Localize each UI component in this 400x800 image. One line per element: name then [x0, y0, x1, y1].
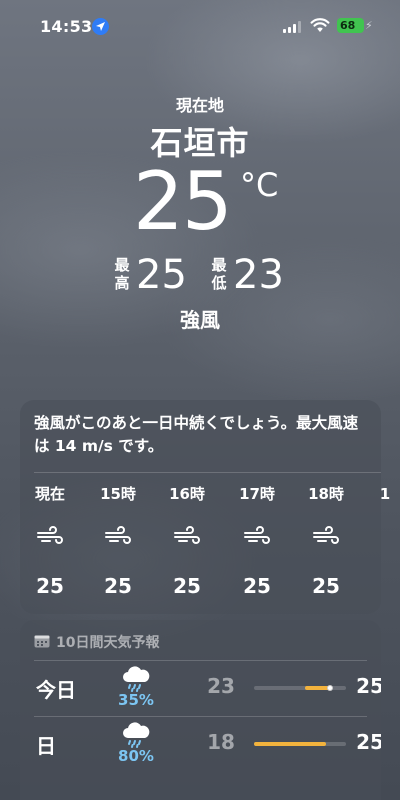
hour-label: 現在 [34, 485, 65, 503]
card-divider [34, 472, 381, 473]
hour-temperature: 25 [312, 574, 340, 598]
temperature-range-bar [254, 742, 346, 746]
day-name: 日 [36, 734, 56, 758]
day-row[interactable]: 日 80% 18 25 [20, 716, 381, 772]
battery-icon: 68 [337, 18, 364, 33]
hour-temperature: 25 [173, 574, 201, 598]
ten-day-forecast-card[interactable]: 10日間天気予報 今日 35% 23 25 日 80% 18 25 [20, 620, 381, 800]
high-value: 25 [136, 252, 187, 298]
day-high-temp: 25 [356, 730, 381, 754]
location-label: 現在地 [175, 96, 224, 115]
current-temp-dot [327, 685, 334, 691]
condition-text: 強風 [180, 308, 220, 332]
day-row[interactable]: 今日 35% 23 25 [20, 660, 381, 716]
day-low-temp: 18 [207, 730, 235, 754]
row-divider [34, 716, 367, 717]
location-header: 現在地 石垣市 [0, 92, 400, 164]
day-high-temp: 25 [356, 674, 381, 698]
hour-label: 17時 [239, 485, 275, 503]
hour-column: 15時 25 [88, 484, 148, 598]
precipitation-chance: 80% [118, 747, 154, 765]
wind-icon [227, 526, 287, 550]
hour-column: 18時 25 [296, 484, 356, 598]
precipitation-chance: 35% [118, 691, 154, 709]
row-divider [34, 660, 367, 661]
hour-column: 16時 25 [157, 484, 217, 598]
temperature-range-bar [254, 685, 346, 691]
hour-label: 1 [379, 485, 391, 503]
hour-label: 16時 [169, 485, 205, 503]
current-temperature: 25 °C [0, 160, 400, 244]
hour-temperature: 25 [104, 574, 132, 598]
low-value: 23 [233, 252, 284, 298]
day-name: 今日 [36, 678, 76, 702]
wifi-icon [310, 18, 330, 32]
temperature-range-fill [254, 742, 326, 746]
hour-label: 18時 [308, 485, 344, 503]
temperature-value: 25 [133, 155, 233, 248]
wind-icon [296, 526, 356, 550]
status-time: 14:53 [40, 17, 93, 36]
hour-temperature: 25 [36, 574, 64, 598]
ten-day-title: 10日間天気予報 [56, 635, 160, 651]
hour-column: 17時 25 [227, 484, 287, 598]
wind-icon [20, 526, 80, 550]
hour-column: 現在 25 [20, 484, 80, 598]
high-label: 最高 [114, 256, 130, 292]
high-low: 最高 25 最低 23 [0, 252, 400, 302]
charging-bolt-icon: ⚡ [365, 19, 373, 32]
low-label: 最低 [211, 256, 227, 292]
hour-column: 1 [355, 484, 400, 504]
day-low-temp: 23 [207, 674, 235, 698]
wind-icon [157, 526, 217, 550]
temperature-unit: °C [240, 166, 279, 204]
status-bar: 14:53 68 ⚡ [0, 0, 400, 50]
forecast-summary: 強風がこのあと一日中続くでしょう。最大風速は 14 m/s です。 [34, 414, 359, 455]
wind-icon [88, 526, 148, 550]
cellular-signal-icon [283, 21, 303, 33]
calendar-icon [34, 635, 50, 648]
hour-temperature: 25 [243, 574, 271, 598]
hour-label: 15時 [100, 485, 136, 503]
location-arrow-icon [92, 18, 109, 35]
